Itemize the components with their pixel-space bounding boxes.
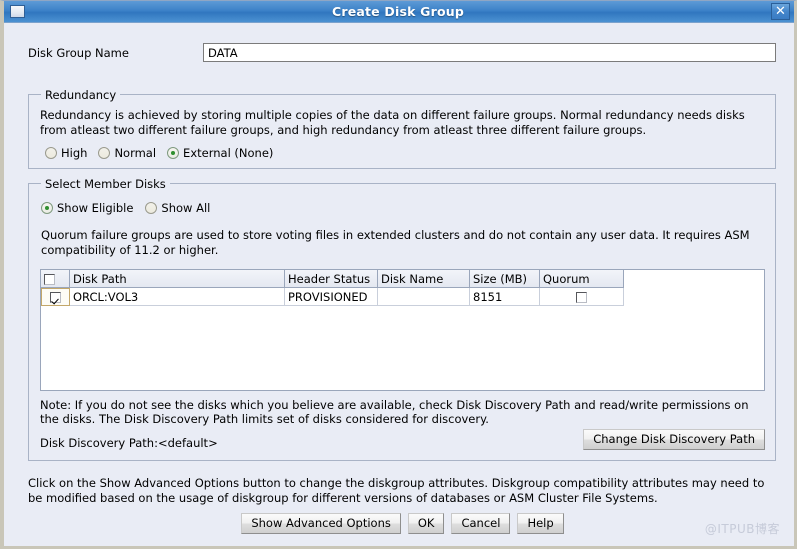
radio-redundancy-external[interactable]: External (None) [167, 146, 273, 160]
disk-discovery-path-label: Disk Discovery Path:<default> [40, 436, 218, 450]
radio-show-eligible[interactable]: Show Eligible [41, 201, 133, 215]
title-bar: Create Disk Group ✕ [4, 1, 794, 23]
column-header-disk-path[interactable]: Disk Path [70, 270, 285, 288]
radio-label: External (None) [183, 146, 273, 160]
row-select-cell[interactable] [41, 288, 70, 306]
radio-dot-icon [167, 147, 179, 159]
dialog-content: Disk Group Name Redundancy Redundancy is… [4, 23, 794, 546]
radio-dot-icon [145, 202, 157, 214]
cell-header-status: PROVISIONED [285, 288, 378, 306]
cell-quorum[interactable] [540, 288, 624, 306]
watermark: @ITPUB博客 [705, 520, 780, 537]
redundancy-description: Redundancy is achieved by storing multip… [40, 108, 766, 138]
redundancy-group: Redundancy Redundancy is achieved by sto… [28, 94, 776, 169]
column-header-select-all[interactable] [41, 270, 70, 288]
radio-label: Show All [161, 201, 210, 215]
disk-table-container[interactable]: Disk Path Header Status Disk Name Size (… [40, 269, 765, 391]
radio-redundancy-normal[interactable]: Normal [98, 146, 156, 160]
quorum-note-text: Quorum failure groups are used to store … [41, 228, 761, 258]
dialog-button-row: Show Advanced Options OK Cancel Help [4, 513, 797, 534]
disk-table: Disk Path Header Status Disk Name Size (… [41, 270, 624, 306]
disk-group-name-input[interactable] [203, 43, 776, 62]
redundancy-legend: Redundancy [41, 88, 120, 102]
column-header-quorum[interactable]: Quorum [540, 270, 624, 288]
redundancy-radio-group: High Normal External (None) [45, 146, 273, 160]
radio-show-all[interactable]: Show All [145, 201, 210, 215]
table-header-row: Disk Path Header Status Disk Name Size (… [41, 270, 624, 288]
radio-label: High [61, 146, 87, 160]
radio-dot-icon [45, 147, 57, 159]
close-icon[interactable]: ✕ [771, 3, 790, 20]
column-header-disk-name[interactable]: Disk Name [378, 270, 470, 288]
window-title: Create Disk Group [25, 4, 771, 19]
window-icon [10, 5, 25, 18]
radio-dot-icon [41, 202, 53, 214]
help-button[interactable]: Help [517, 513, 563, 534]
cancel-button[interactable]: Cancel [451, 513, 510, 534]
cell-disk-path: ORCL:VOL3 [70, 288, 285, 306]
radio-label: Normal [114, 146, 156, 160]
radio-redundancy-high[interactable]: High [45, 146, 87, 160]
table-row[interactable]: ORCL:VOL3 PROVISIONED 8151 [41, 288, 624, 306]
quorum-checkbox[interactable] [576, 292, 587, 303]
select-member-disks-group: Select Member Disks Show Eligible Show A… [28, 183, 776, 461]
cell-disk-name [378, 288, 470, 306]
disk-group-name-label: Disk Group Name [28, 46, 129, 60]
disk-filter-radio-group: Show Eligible Show All [41, 201, 210, 215]
show-advanced-options-button[interactable]: Show Advanced Options [241, 513, 401, 534]
ok-button[interactable]: OK [408, 513, 445, 534]
disk-discovery-note: Note: If you do not see the disks which … [40, 398, 768, 426]
disk-group-name-row: Disk Group Name [28, 43, 776, 63]
change-disk-discovery-path-button[interactable]: Change Disk Discovery Path [583, 429, 765, 450]
radio-dot-icon [98, 147, 110, 159]
column-header-header-status[interactable]: Header Status [285, 270, 378, 288]
create-disk-group-dialog: Create Disk Group ✕ Disk Group Name Redu… [0, 0, 797, 549]
footer-description: Click on the Show Advanced Options butto… [28, 476, 768, 506]
cell-size-mb: 8151 [470, 288, 540, 306]
select-member-disks-legend: Select Member Disks [41, 177, 170, 191]
select-all-checkbox[interactable] [44, 274, 55, 285]
radio-label: Show Eligible [57, 201, 133, 215]
column-header-size-mb[interactable]: Size (MB) [470, 270, 540, 288]
row-select-checkbox[interactable] [50, 292, 61, 303]
